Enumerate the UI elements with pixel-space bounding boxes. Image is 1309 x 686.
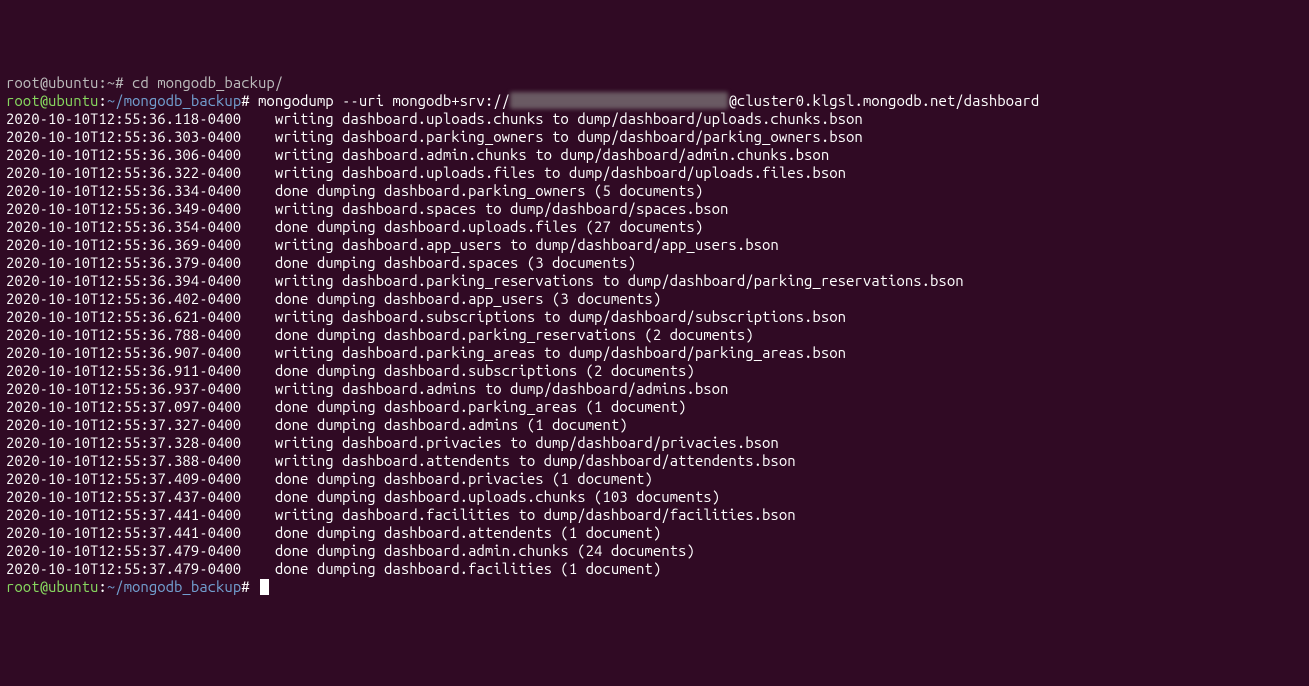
log-timestamp: 2020-10-10T12:55:36.306-0400: [6, 146, 241, 163]
log-line: 2020-10-10T12:55:37.097-0400 done dumpin…: [6, 398, 1303, 416]
log-timestamp: 2020-10-10T12:55:37.479-0400: [6, 560, 241, 577]
log-message: writing dashboard.attendents to dump/das…: [275, 452, 796, 469]
log-line: 2020-10-10T12:55:36.621-0400 writing das…: [6, 308, 1303, 326]
log-line: 2020-10-10T12:55:37.479-0400 done dumpin…: [6, 560, 1303, 578]
log-line: 2020-10-10T12:55:37.441-0400 done dumpin…: [6, 524, 1303, 542]
log-message: done dumping dashboard.uploads.chunks (1…: [275, 488, 720, 505]
log-message: writing dashboard.admin.chunks to dump/d…: [275, 146, 829, 163]
log-line: 2020-10-10T12:55:37.388-0400 writing das…: [6, 452, 1303, 470]
log-message: done dumping dashboard.facilities (1 doc…: [275, 560, 661, 577]
log-timestamp: 2020-10-10T12:55:37.441-0400: [6, 506, 241, 523]
log-timestamp: 2020-10-10T12:55:36.788-0400: [6, 326, 241, 343]
log-timestamp: 2020-10-10T12:55:36.303-0400: [6, 128, 241, 145]
log-line: 2020-10-10T12:55:36.937-0400 writing das…: [6, 380, 1303, 398]
log-line: 2020-10-10T12:55:37.437-0400 done dumpin…: [6, 488, 1303, 506]
log-timestamp: 2020-10-10T12:55:36.334-0400: [6, 182, 241, 199]
log-line: 2020-10-10T12:55:37.479-0400 done dumpin…: [6, 542, 1303, 560]
log-line: 2020-10-10T12:55:36.394-0400 writing das…: [6, 272, 1303, 290]
log-line: 2020-10-10T12:55:36.118-0400 writing das…: [6, 110, 1303, 128]
log-line: 2020-10-10T12:55:36.349-0400 writing das…: [6, 200, 1303, 218]
log-message: writing dashboard.admins to dump/dashboa…: [275, 380, 729, 397]
log-message: done dumping dashboard.parking_reservati…: [275, 326, 754, 343]
command-text-suffix: @cluster0.klgsl.mongodb.net/dashboard: [728, 92, 1039, 109]
log-timestamp: 2020-10-10T12:55:36.621-0400: [6, 308, 241, 325]
log-message: done dumping dashboard.attendents (1 doc…: [275, 524, 661, 541]
log-timestamp: 2020-10-10T12:55:36.937-0400: [6, 380, 241, 397]
log-message: writing dashboard.subscriptions to dump/…: [275, 308, 846, 325]
log-line: 2020-10-10T12:55:36.402-0400 done dumpin…: [6, 290, 1303, 308]
log-timestamp: 2020-10-10T12:55:36.379-0400: [6, 254, 241, 271]
prompt-line[interactable]: root@ubuntu:~/mongodb_backup#: [6, 578, 1303, 596]
log-line: 2020-10-10T12:55:36.303-0400 writing das…: [6, 128, 1303, 146]
log-line: 2020-10-10T12:55:36.334-0400 done dumpin…: [6, 182, 1303, 200]
log-line: 2020-10-10T12:55:37.409-0400 done dumpin…: [6, 470, 1303, 488]
log-timestamp: 2020-10-10T12:55:36.118-0400: [6, 110, 241, 127]
log-timestamp: 2020-10-10T12:55:36.907-0400: [6, 344, 241, 361]
log-timestamp: 2020-10-10T12:55:36.402-0400: [6, 290, 241, 307]
log-timestamp: 2020-10-10T12:55:36.349-0400: [6, 200, 241, 217]
prompt-hash: #: [241, 92, 258, 109]
command-line: root@ubuntu:~/mongodb_backup# mongodump …: [6, 92, 1303, 110]
log-timestamp: 2020-10-10T12:55:37.479-0400: [6, 542, 241, 559]
log-message: done dumping dashboard.spaces (3 documen…: [275, 254, 636, 271]
log-message: writing dashboard.uploads.chunks to dump…: [275, 110, 863, 127]
log-timestamp: 2020-10-10T12:55:37.097-0400: [6, 398, 241, 415]
log-line: 2020-10-10T12:55:36.911-0400 done dumpin…: [6, 362, 1303, 380]
masked-credentials: xxxxxxx:xxxxxxxxxxxxxxxxxx: [510, 92, 728, 109]
log-timestamp: 2020-10-10T12:55:37.437-0400: [6, 488, 241, 505]
log-message: done dumping dashboard.admins (1 documen…: [275, 416, 628, 433]
log-line: 2020-10-10T12:55:36.354-0400 done dumpin…: [6, 218, 1303, 236]
log-message: done dumping dashboard.uploads.files (27…: [275, 218, 703, 235]
log-line: 2020-10-10T12:55:36.907-0400 writing das…: [6, 344, 1303, 362]
log-timestamp: 2020-10-10T12:55:36.369-0400: [6, 236, 241, 253]
log-line: 2020-10-10T12:55:36.322-0400 writing das…: [6, 164, 1303, 182]
log-message: done dumping dashboard.privacies (1 docu…: [275, 470, 653, 487]
log-line: 2020-10-10T12:55:36.306-0400 writing das…: [6, 146, 1303, 164]
log-line: 2020-10-10T12:55:37.441-0400 writing das…: [6, 506, 1303, 524]
log-message: done dumping dashboard.app_users (3 docu…: [275, 290, 661, 307]
prompt-user-host: root@ubuntu: [6, 92, 98, 109]
log-message: writing dashboard.uploads.files to dump/…: [275, 164, 846, 181]
scrollback-fragment: root@ubuntu:~# cd mongodb_backup/: [6, 74, 1303, 92]
log-timestamp: 2020-10-10T12:55:37.409-0400: [6, 470, 241, 487]
prompt-path: ~/mongodb_backup: [107, 92, 241, 109]
log-timestamp: 2020-10-10T12:55:36.911-0400: [6, 362, 241, 379]
log-timestamp: 2020-10-10T12:55:37.327-0400: [6, 416, 241, 433]
log-message: done dumping dashboard.parking_areas (1 …: [275, 398, 687, 415]
log-message: writing dashboard.facilities to dump/das…: [275, 506, 796, 523]
log-line: 2020-10-10T12:55:36.788-0400 done dumpin…: [6, 326, 1303, 344]
prompt-user-host: root@ubuntu: [6, 578, 98, 595]
prompt-colon: :: [98, 92, 106, 109]
log-timestamp: 2020-10-10T12:55:36.394-0400: [6, 272, 241, 289]
log-timestamp: 2020-10-10T12:55:37.328-0400: [6, 434, 241, 451]
prompt-path: ~/mongodb_backup: [107, 578, 241, 595]
log-message: writing dashboard.spaces to dump/dashboa…: [275, 200, 729, 217]
log-line: 2020-10-10T12:55:36.379-0400 done dumpin…: [6, 254, 1303, 272]
log-message: writing dashboard.app_users to dump/dash…: [275, 236, 779, 253]
command-text: mongodump --uri mongodb+srv://: [258, 92, 510, 109]
log-timestamp: 2020-10-10T12:55:37.441-0400: [6, 524, 241, 541]
log-message: done dumping dashboard.parking_owners (5…: [275, 182, 703, 199]
log-timestamp: 2020-10-10T12:55:37.388-0400: [6, 452, 241, 469]
log-line: 2020-10-10T12:55:36.369-0400 writing das…: [6, 236, 1303, 254]
log-line: 2020-10-10T12:55:37.328-0400 writing das…: [6, 434, 1303, 452]
prompt-colon: :: [98, 578, 106, 595]
log-line: 2020-10-10T12:55:37.327-0400 done dumpin…: [6, 416, 1303, 434]
log-message: done dumping dashboard.subscriptions (2 …: [275, 362, 695, 379]
cursor: [260, 579, 269, 595]
log-message: writing dashboard.parking_reservations t…: [275, 272, 964, 289]
terminal-output[interactable]: root@ubuntu:~# cd mongodb_backup/root@ub…: [6, 74, 1303, 596]
log-message: writing dashboard.parking_owners to dump…: [275, 128, 863, 145]
log-message: writing dashboard.privacies to dump/dash…: [275, 434, 779, 451]
log-message: writing dashboard.parking_areas to dump/…: [275, 344, 846, 361]
log-message: done dumping dashboard.admin.chunks (24 …: [275, 542, 695, 559]
log-timestamp: 2020-10-10T12:55:36.354-0400: [6, 218, 241, 235]
log-timestamp: 2020-10-10T12:55:36.322-0400: [6, 164, 241, 181]
prompt-hash: #: [241, 578, 258, 595]
